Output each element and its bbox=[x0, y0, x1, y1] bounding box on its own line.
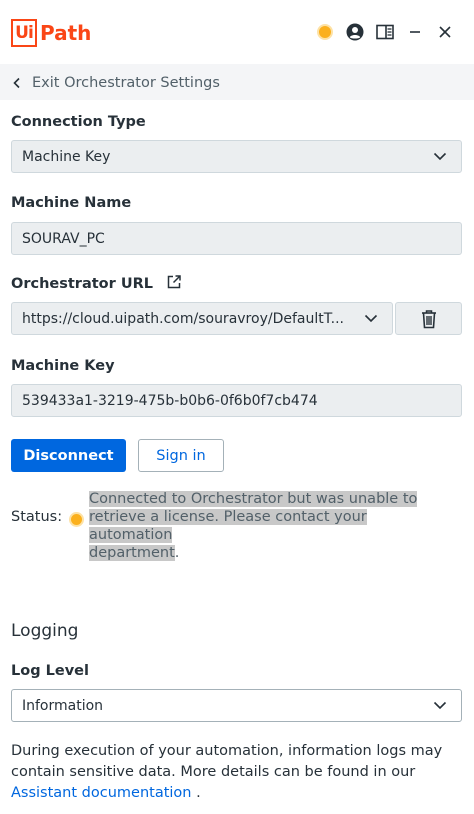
machine-key-value: 539433a1-3219-475b-b0b6-0f6b0f7cb474 bbox=[22, 392, 318, 409]
status-message-line2: retrieve a license. Please contact your … bbox=[89, 509, 367, 543]
account-icon[interactable] bbox=[340, 20, 370, 44]
connection-type-value: Machine Key bbox=[22, 148, 111, 165]
log-level-select[interactable]: Information bbox=[11, 689, 462, 722]
log-level-label: Log Level bbox=[11, 663, 89, 679]
machine-key-field[interactable]: 539433a1-3219-475b-b0b6-0f6b0f7cb474 bbox=[11, 384, 462, 417]
exit-settings-label: Exit Orchestrator Settings bbox=[32, 75, 220, 91]
exit-settings-link[interactable]: Exit Orchestrator Settings bbox=[12, 70, 220, 96]
status-message-line1: Connected to Orchestrator but was unable… bbox=[89, 491, 418, 507]
panel-layout-icon[interactable] bbox=[370, 20, 400, 44]
machine-name-field[interactable]: SOURAV_PC bbox=[11, 222, 462, 255]
chevron-down-icon bbox=[433, 152, 447, 161]
orchestrator-url-label-text: Orchestrator URL bbox=[11, 276, 153, 292]
chevron-down-icon bbox=[433, 701, 447, 710]
logo-text: Path bbox=[40, 21, 92, 45]
assistant-documentation-link[interactable]: Assistant documentation bbox=[11, 785, 192, 801]
title-bar: Ui Path bbox=[0, 0, 474, 64]
status-label: Status: bbox=[11, 509, 63, 525]
machine-key-label: Machine Key bbox=[11, 358, 115, 374]
minimize-icon[interactable] bbox=[400, 20, 430, 44]
trash-icon bbox=[421, 309, 436, 328]
orchestrator-url-select[interactable]: https://cloud.uipath.com/souravroy/Defau… bbox=[11, 302, 393, 335]
logging-section-title: Logging bbox=[11, 621, 79, 641]
delete-url-button[interactable] bbox=[395, 302, 462, 335]
status-warning-icon bbox=[69, 512, 84, 527]
window-controls bbox=[310, 20, 460, 44]
chevron-down-icon bbox=[364, 314, 378, 323]
uipath-logo: Ui Path bbox=[11, 17, 91, 49]
connection-type-label: Connection Type bbox=[11, 114, 146, 130]
chevron-left-icon bbox=[13, 77, 20, 89]
connection-type-select[interactable]: Machine Key bbox=[11, 140, 462, 173]
orchestrator-url-label: Orchestrator URL bbox=[11, 274, 182, 292]
close-icon[interactable] bbox=[430, 20, 460, 44]
logging-note: During execution of your automation, inf… bbox=[11, 741, 463, 804]
machine-name-label: Machine Name bbox=[11, 195, 132, 211]
orchestrator-url-value: https://cloud.uipath.com/souravroy/Defau… bbox=[22, 310, 344, 327]
machine-name-value: SOURAV_PC bbox=[22, 230, 105, 247]
logging-note-text: During execution of your automation, inf… bbox=[11, 743, 443, 780]
logging-note-end: . bbox=[191, 785, 201, 801]
log-level-value: Information bbox=[22, 697, 104, 714]
sign-in-button[interactable]: Sign in bbox=[138, 439, 224, 472]
logo-box: Ui bbox=[11, 19, 37, 47]
status-indicator-icon[interactable] bbox=[310, 20, 340, 44]
status-message-line3: department bbox=[89, 545, 175, 561]
status-message-end: . bbox=[174, 545, 180, 561]
status-message: Connected to Orchestrator but was unable… bbox=[89, 490, 449, 562]
external-link-icon[interactable] bbox=[166, 274, 182, 290]
disconnect-button[interactable]: Disconnect bbox=[11, 439, 126, 472]
